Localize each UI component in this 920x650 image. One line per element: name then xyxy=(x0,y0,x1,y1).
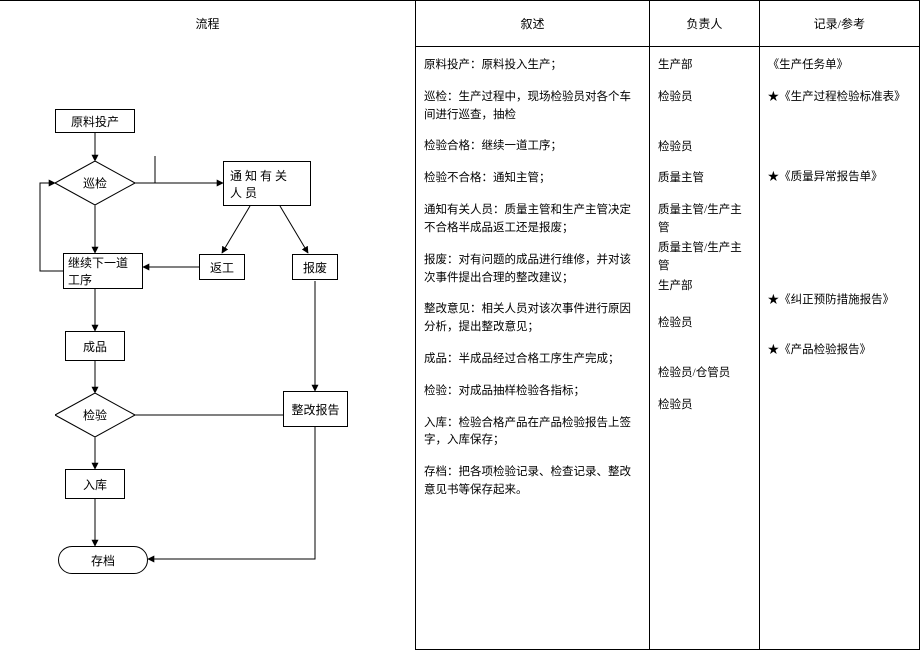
node-continue-label: 继续下一道工序 xyxy=(68,254,138,288)
node-notify: 通知有关人员 xyxy=(223,161,311,206)
flow-header: 流程 xyxy=(0,1,415,46)
ref-row: ★《生产过程检验标准表》 xyxy=(768,89,911,107)
flow-column: 流程 xyxy=(0,0,415,650)
node-inspection: 巡检 xyxy=(55,161,135,205)
page-container: 流程 xyxy=(0,0,920,650)
desc-row: 通知有关人员：质量主管和生产主管决定不合格半成品返工还是报废； xyxy=(424,202,641,238)
node-rework: 返工 xyxy=(199,254,245,280)
desc-row: 入库：检验合格产品在产品检验报告上签字，入库保存； xyxy=(424,415,641,451)
node-product-label: 成品 xyxy=(83,338,107,355)
resp-row: 质量主管 xyxy=(658,170,751,188)
node-archive: 存档 xyxy=(58,546,148,574)
spacer xyxy=(768,200,911,292)
resp-row: 检验员 xyxy=(658,315,751,333)
ref-row: 《生产任务单》 xyxy=(768,57,911,75)
ref-row: ★《纠正预防措施报告》 xyxy=(768,292,911,310)
resp-row: 检验员 xyxy=(658,397,751,415)
th-ref: 记录/参考 xyxy=(760,1,919,46)
resp-row: 检验员 xyxy=(658,139,751,157)
node-continue: 继续下一道工序 xyxy=(63,253,143,289)
spacer xyxy=(658,121,751,139)
th-resp: 负责人 xyxy=(650,1,760,46)
col-ref: 《生产任务单》 ★《生产过程检验标准表》 ★《质量异常报告单》 ★《纠正预防措施… xyxy=(760,47,919,649)
desc-row: 原料投产：原料投入生产； xyxy=(424,57,641,75)
resp-row: 生产部 xyxy=(658,278,751,296)
desc-row: 检验不合格：通知主管； xyxy=(424,170,641,188)
table-column: 叙述 负责人 记录/参考 原料投产：原料投入生产； 巡检：生产过程中，现场检验员… xyxy=(415,0,920,650)
node-product: 成品 xyxy=(65,331,125,361)
node-report: 整改报告 xyxy=(283,391,348,427)
node-rework-label: 返工 xyxy=(210,259,234,276)
desc-row: 整改意见：相关人员对该次事件进行原因分析，提出整改意见； xyxy=(424,301,641,337)
node-scrap-label: 报废 xyxy=(303,259,327,276)
node-check: 检验 xyxy=(55,393,135,437)
node-notify-label: 通知有关人员 xyxy=(230,167,304,201)
col-desc: 原料投产：原料投入生产； 巡检：生产过程中，现场检验员对各个车间进行巡查，抽检 … xyxy=(416,47,650,649)
ref-row: ★《质量异常报告单》 xyxy=(768,169,911,187)
resp-row: 质量主管/生产主管 xyxy=(658,202,751,238)
resp-row: 检验员 xyxy=(658,89,751,107)
th-desc: 叙述 xyxy=(416,1,650,46)
node-archive-label: 存档 xyxy=(91,552,115,569)
resp-row: 质量主管/生产主管 xyxy=(658,240,751,276)
desc-row: 存档：把各项检验记录、检查记录、整改意见书等保存起来。 xyxy=(424,464,641,500)
desc-row: 报废：对有问题的成品进行维修，并对该次事件提出合理的整改建议； xyxy=(424,252,641,288)
ref-row: ★《产品检验报告》 xyxy=(768,342,911,360)
node-inspection-label: 巡检 xyxy=(83,175,107,192)
resp-row: 检验员/仓管员 xyxy=(658,365,751,383)
node-check-label: 检验 xyxy=(83,407,107,424)
table-header: 叙述 负责人 记录/参考 xyxy=(416,1,919,47)
node-storage: 入库 xyxy=(65,469,125,499)
node-raw-material: 原料投产 xyxy=(55,109,135,133)
node-scrap: 报废 xyxy=(292,254,338,280)
spacer xyxy=(658,347,751,365)
desc-row: 巡检：生产过程中，现场检验员对各个车间进行巡查，抽检 xyxy=(424,89,641,125)
node-storage-label: 入库 xyxy=(83,476,107,493)
desc-row: 检验：对成品抽样检验各指标； xyxy=(424,383,641,401)
col-resp: 生产部 检验员 检验员 质量主管 质量主管/生产主管 质量主管/生产主管 生产部… xyxy=(650,47,760,649)
desc-row: 检验合格：继续一道工序； xyxy=(424,138,641,156)
node-raw-material-label: 原料投产 xyxy=(71,113,119,130)
table-body: 原料投产：原料投入生产； 巡检：生产过程中，现场检验员对各个车间进行巡查，抽检 … xyxy=(416,47,919,649)
desc-row: 成品：半成品经过合格工序生产完成； xyxy=(424,351,641,369)
node-report-label: 整改报告 xyxy=(291,401,339,418)
resp-row: 生产部 xyxy=(658,57,751,75)
spacer xyxy=(768,121,911,169)
spacer xyxy=(768,324,911,342)
